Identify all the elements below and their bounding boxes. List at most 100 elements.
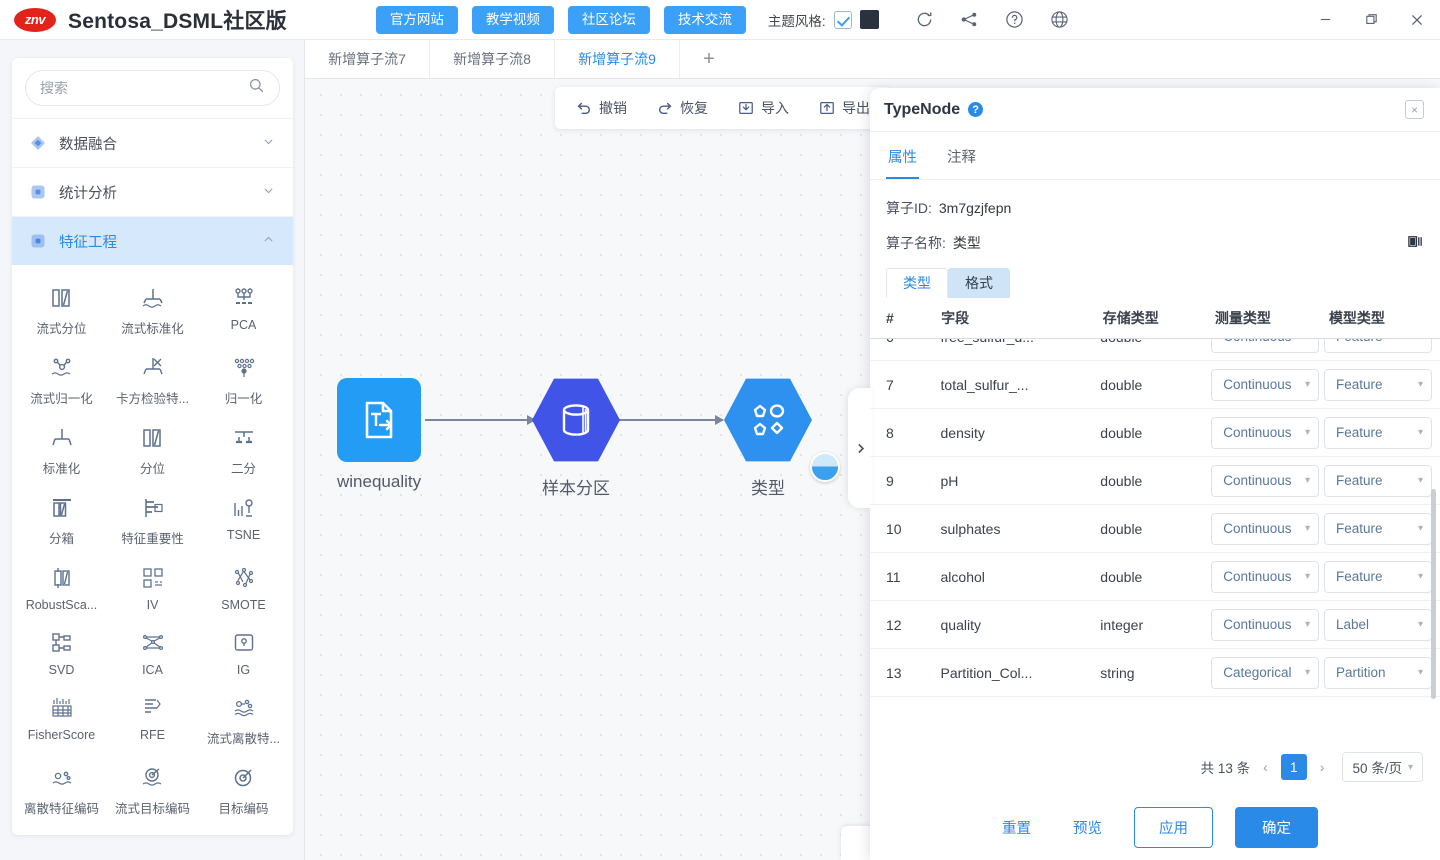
flow-tab-8[interactable]: 新增算子流8: [430, 40, 555, 78]
share-nodes-icon[interactable]: [960, 10, 979, 29]
tab-properties[interactable]: 属性: [886, 132, 919, 179]
canvas-node-type[interactable]: 类型: [724, 376, 812, 499]
help-circle-icon[interactable]: ?: [968, 102, 984, 117]
operator-binning[interactable]: 分箱: [16, 485, 107, 553]
sidebar-category-data-fusion[interactable]: 数据融合: [12, 118, 293, 167]
import-button[interactable]: 导入: [725, 92, 802, 124]
measure-type-select[interactable]: Continuous ▾: [1211, 416, 1320, 449]
search-box[interactable]: [25, 70, 280, 106]
pagination-next-icon[interactable]: ›: [1316, 759, 1329, 775]
operator-quantile[interactable]: 分位: [107, 415, 198, 483]
globe-icon[interactable]: [1050, 10, 1069, 29]
model-type-select[interactable]: Feature ▾: [1324, 560, 1432, 593]
operator-binarize[interactable]: 二分: [198, 415, 289, 483]
close-icon[interactable]: [1394, 0, 1440, 40]
search-icon[interactable]: [248, 77, 265, 99]
table-row[interactable]: 11 alcohol double Continuous ▾ Feature ▾: [870, 553, 1440, 601]
measure-type-select[interactable]: Categorical ▾: [1211, 656, 1320, 689]
row-index: 10: [886, 520, 902, 537]
measure-type-select[interactable]: Continuous ▾: [1211, 339, 1320, 353]
theme-style-checkbox[interactable]: [833, 10, 852, 29]
model-type-select[interactable]: Label ▾: [1324, 608, 1432, 641]
operator-streaming-normalize[interactable]: 流式归一化: [16, 345, 107, 413]
table-row[interactable]: 8 density double Continuous ▾ Feature ▾: [870, 409, 1440, 457]
maximize-icon[interactable]: [1348, 0, 1394, 40]
operator-smote[interactable]: SMOTE: [198, 555, 289, 618]
model-type-select[interactable]: Feature ▾: [1324, 368, 1432, 401]
page-size-select[interactable]: 50 条/页 ▾: [1342, 752, 1423, 782]
table-row[interactable]: 9 pH double Continuous ▾ Feature ▾: [870, 457, 1440, 505]
subtab-type[interactable]: 类型: [886, 268, 948, 298]
measure-type-select[interactable]: Continuous ▾: [1211, 464, 1320, 497]
close-icon[interactable]: ×: [1405, 100, 1424, 119]
preview-button[interactable]: 预览: [1063, 811, 1112, 844]
community-forum-button[interactable]: 社区论坛: [567, 5, 650, 34]
operator-target-encode[interactable]: 目标编码: [198, 755, 289, 823]
minimize-icon[interactable]: [1302, 0, 1348, 40]
sidebar-category-feature-engineering[interactable]: 特征工程: [12, 216, 293, 265]
model-type-select[interactable]: Feature ▾: [1324, 339, 1432, 353]
operator-rfe[interactable]: RFE: [107, 685, 198, 753]
measure-type-select[interactable]: Continuous ▾: [1211, 560, 1320, 593]
operator-label: 分位: [139, 462, 165, 476]
operator-ica[interactable]: ICA: [107, 620, 198, 683]
operator-chi-square[interactable]: 卡方检验特...: [107, 345, 198, 413]
operator-discrete-encode[interactable]: 离散特征编码: [16, 755, 107, 823]
operator-streaming-quantile[interactable]: 流式分位: [16, 275, 107, 343]
apply-button[interactable]: 应用: [1134, 806, 1213, 848]
official-website-button[interactable]: 官方网站: [375, 5, 458, 34]
table-row[interactable]: 10 sulphates double Continuous ▾ Feature…: [870, 505, 1440, 553]
help-circle-icon[interactable]: [1005, 10, 1024, 29]
operator-streaming-target-encode[interactable]: 流式目标编码: [107, 755, 198, 823]
canvas-node-sample-partition[interactable]: 样本分区: [532, 376, 620, 499]
operator-streaming-discretize[interactable]: 流式离散特...: [198, 685, 289, 753]
measure-type-select[interactable]: Continuous ▾: [1211, 512, 1320, 545]
table-row[interactable]: 12 quality integer Continuous ▾ Label ▾: [870, 601, 1440, 649]
model-type-value: Feature: [1336, 473, 1383, 488]
operator-feature-importance[interactable]: 特征重要性: [107, 485, 198, 553]
search-input[interactable]: [40, 80, 248, 96]
operator-fisher-score[interactable]: FisherScore: [16, 685, 107, 753]
table-row[interactable]: 13 Partition_Col... string Categorical ▾…: [870, 649, 1440, 697]
add-flow-tab-button[interactable]: +: [680, 40, 738, 78]
table-row[interactable]: 6 free_sulfur_d... double Continuous ▾ F…: [870, 339, 1440, 361]
canvas-node-winequality[interactable]: winequality: [337, 378, 421, 492]
redo-button[interactable]: 恢复: [644, 92, 721, 124]
sidebar-category-statistics[interactable]: 统计分析: [12, 167, 293, 216]
operator-streaming-standardize[interactable]: 流式标准化: [107, 275, 198, 343]
model-type-select[interactable]: Feature ▾: [1324, 512, 1432, 545]
flow-tab-7[interactable]: 新增算子流7: [305, 40, 430, 78]
model-type-select[interactable]: Feature ▾: [1324, 464, 1432, 497]
table-row[interactable]: 7 total_sulfur_... double Continuous ▾ F…: [870, 361, 1440, 409]
refresh-icon[interactable]: [915, 10, 934, 29]
field-table-scroll-area[interactable]: 6 free_sulfur_d... double Continuous ▾ F…: [870, 338, 1440, 740]
app-title: Sentosa_DSML社区版: [68, 9, 287, 33]
measure-type-select[interactable]: Continuous ▾: [1211, 608, 1320, 641]
operator-iv[interactable]: IV: [107, 555, 198, 618]
table-vertical-scrollbar[interactable]: [1431, 489, 1436, 699]
subtab-format[interactable]: 格式: [948, 268, 1010, 298]
reset-button[interactable]: 重置: [992, 811, 1041, 844]
operator-robust-scaler[interactable]: RobustSca...: [16, 555, 107, 618]
operator-pca[interactable]: PCA: [198, 275, 289, 343]
operator-ig[interactable]: IG: [198, 620, 289, 683]
node-status-badge[interactable]: [810, 452, 840, 482]
tech-exchange-button[interactable]: 技术交流: [663, 5, 746, 34]
operator-standardize[interactable]: 标准化: [16, 415, 107, 483]
model-type-select[interactable]: Partition ▾: [1324, 656, 1432, 689]
tutorial-video-button[interactable]: 教学视频: [471, 5, 554, 34]
theme-color-swatch[interactable]: [859, 10, 879, 29]
operator-tsne[interactable]: TSNE: [198, 485, 289, 553]
undo-button[interactable]: 撤销: [563, 92, 640, 124]
panel-collapse-handle[interactable]: [848, 388, 872, 508]
pagination-current-page[interactable]: 1: [1280, 754, 1307, 780]
copy-icon[interactable]: [1407, 233, 1424, 253]
pagination-prev-icon[interactable]: ‹: [1259, 759, 1272, 775]
tab-comments[interactable]: 注释: [945, 132, 978, 179]
operator-normalize[interactable]: 归一化: [198, 345, 289, 413]
confirm-button[interactable]: 确定: [1235, 806, 1318, 848]
measure-type-select[interactable]: Continuous ▾: [1211, 368, 1320, 401]
operator-svd[interactable]: SVD: [16, 620, 107, 683]
model-type-select[interactable]: Feature ▾: [1324, 416, 1432, 449]
flow-tab-9[interactable]: 新增算子流9: [555, 40, 680, 78]
